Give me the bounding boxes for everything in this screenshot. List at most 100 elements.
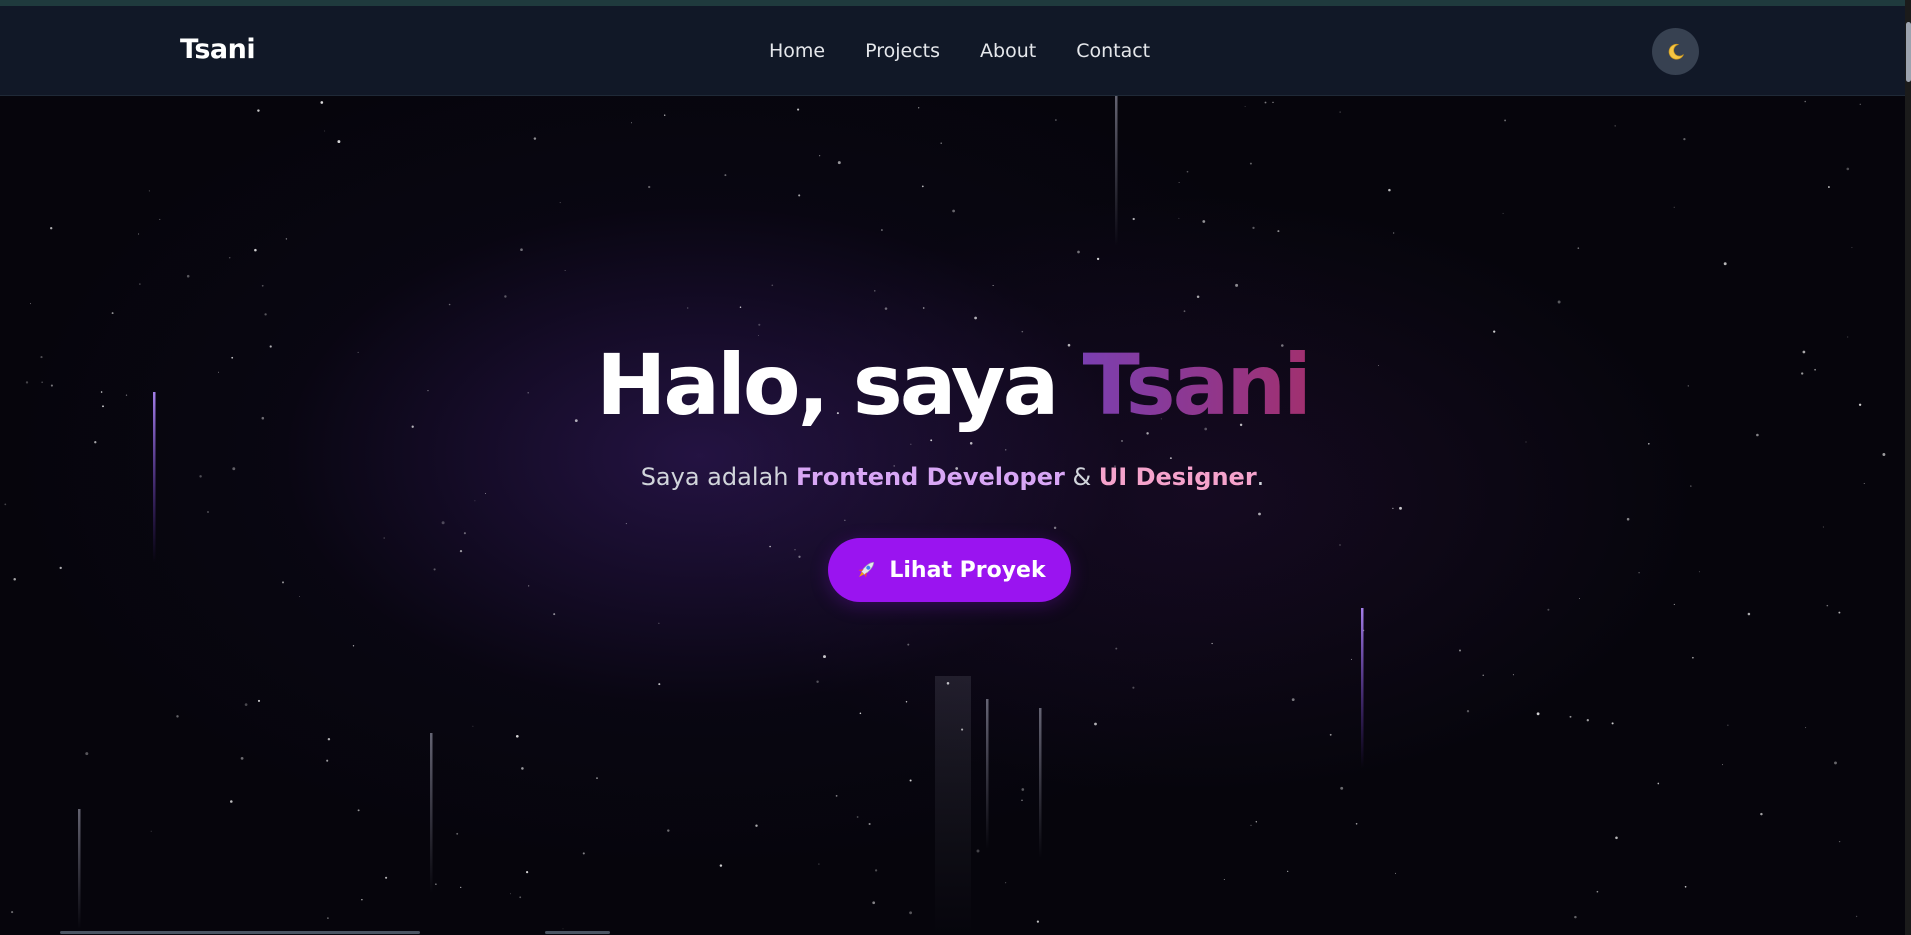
star bbox=[1055, 119, 1057, 121]
star bbox=[1547, 608, 1550, 611]
star bbox=[1183, 310, 1186, 313]
star bbox=[1882, 453, 1886, 456]
star bbox=[658, 683, 661, 686]
star bbox=[905, 701, 908, 703]
star bbox=[85, 752, 89, 756]
hero-title-prefix: Halo, saya bbox=[596, 336, 1083, 434]
star bbox=[521, 767, 524, 770]
nav-link-home[interactable]: Home bbox=[769, 40, 825, 62]
star bbox=[337, 140, 341, 144]
star bbox=[4, 503, 7, 506]
subtitle-suffix: . bbox=[1256, 463, 1265, 491]
star bbox=[818, 863, 820, 865]
star bbox=[1211, 642, 1213, 645]
star bbox=[562, 928, 564, 930]
star bbox=[456, 832, 459, 835]
vertical-scrollbar-thumb[interactable] bbox=[1906, 22, 1911, 82]
nav-link-about[interactable]: About bbox=[980, 40, 1036, 62]
star bbox=[823, 655, 826, 659]
star bbox=[1827, 186, 1830, 188]
view-projects-button[interactable]: Lihat Proyek bbox=[828, 538, 1071, 602]
star bbox=[1638, 571, 1640, 574]
star bbox=[1395, 872, 1396, 874]
star bbox=[1178, 217, 1180, 219]
star bbox=[1756, 433, 1759, 437]
star bbox=[1577, 247, 1580, 249]
star bbox=[1482, 674, 1484, 676]
star bbox=[1388, 188, 1391, 192]
falling-streak bbox=[430, 733, 433, 893]
star bbox=[1569, 715, 1572, 718]
star bbox=[1747, 612, 1751, 616]
star bbox=[940, 142, 942, 144]
star bbox=[460, 886, 462, 889]
star bbox=[528, 585, 530, 587]
falling-streak bbox=[78, 809, 81, 929]
star bbox=[1115, 647, 1118, 650]
star bbox=[448, 303, 451, 306]
star bbox=[625, 523, 627, 525]
falling-streak bbox=[1039, 708, 1042, 858]
star bbox=[631, 122, 632, 124]
star bbox=[1250, 824, 1252, 827]
star bbox=[1339, 544, 1341, 546]
star bbox=[1760, 812, 1763, 816]
star bbox=[1249, 162, 1252, 165]
star bbox=[1096, 257, 1100, 261]
star bbox=[1355, 823, 1358, 825]
star bbox=[797, 108, 800, 111]
star bbox=[244, 703, 248, 706]
star bbox=[910, 443, 912, 445]
star bbox=[1727, 724, 1729, 726]
star bbox=[254, 248, 257, 252]
star bbox=[515, 734, 519, 738]
star bbox=[1611, 722, 1614, 725]
star bbox=[298, 595, 301, 598]
star bbox=[992, 284, 994, 287]
star bbox=[207, 511, 209, 513]
star bbox=[1586, 719, 1589, 722]
subtitle-role-frontend: Frontend Developer bbox=[796, 463, 1065, 491]
star bbox=[1525, 441, 1527, 443]
nav-link-projects[interactable]: Projects bbox=[865, 40, 940, 62]
star bbox=[1132, 217, 1135, 221]
star bbox=[969, 442, 973, 445]
star bbox=[320, 101, 324, 104]
star bbox=[1202, 220, 1206, 223]
star bbox=[1021, 330, 1024, 333]
star bbox=[1846, 167, 1850, 171]
star bbox=[918, 107, 920, 109]
star bbox=[435, 883, 437, 885]
star bbox=[1557, 300, 1561, 304]
star bbox=[1804, 100, 1806, 103]
star bbox=[1252, 226, 1255, 230]
nav-link-contact[interactable]: Contact bbox=[1076, 40, 1150, 62]
star bbox=[463, 532, 466, 535]
star bbox=[327, 917, 329, 919]
star bbox=[819, 155, 821, 157]
star bbox=[1196, 295, 1200, 298]
vertical-scrollbar[interactable] bbox=[1905, 0, 1911, 935]
star bbox=[1244, 105, 1246, 107]
star bbox=[771, 284, 774, 287]
brand-logo[interactable]: Tsani bbox=[180, 34, 256, 65]
star bbox=[859, 712, 862, 715]
star bbox=[837, 161, 841, 165]
falling-streak bbox=[986, 699, 989, 849]
theme-toggle-button[interactable] bbox=[1652, 28, 1699, 75]
star bbox=[880, 229, 883, 231]
hero-title: Halo, saya Tsani bbox=[0, 336, 1905, 434]
star bbox=[1392, 507, 1394, 510]
star bbox=[1077, 250, 1080, 254]
star bbox=[1094, 722, 1097, 726]
view-projects-label: Lihat Proyek bbox=[889, 557, 1046, 583]
star bbox=[1277, 230, 1280, 233]
star bbox=[1264, 101, 1267, 104]
star bbox=[94, 441, 97, 444]
star bbox=[11, 911, 14, 914]
star bbox=[1822, 526, 1824, 528]
star bbox=[1053, 526, 1057, 530]
horizontal-scrollbar-thumb[interactable] bbox=[60, 931, 420, 934]
star bbox=[361, 899, 363, 901]
star bbox=[974, 316, 977, 320]
